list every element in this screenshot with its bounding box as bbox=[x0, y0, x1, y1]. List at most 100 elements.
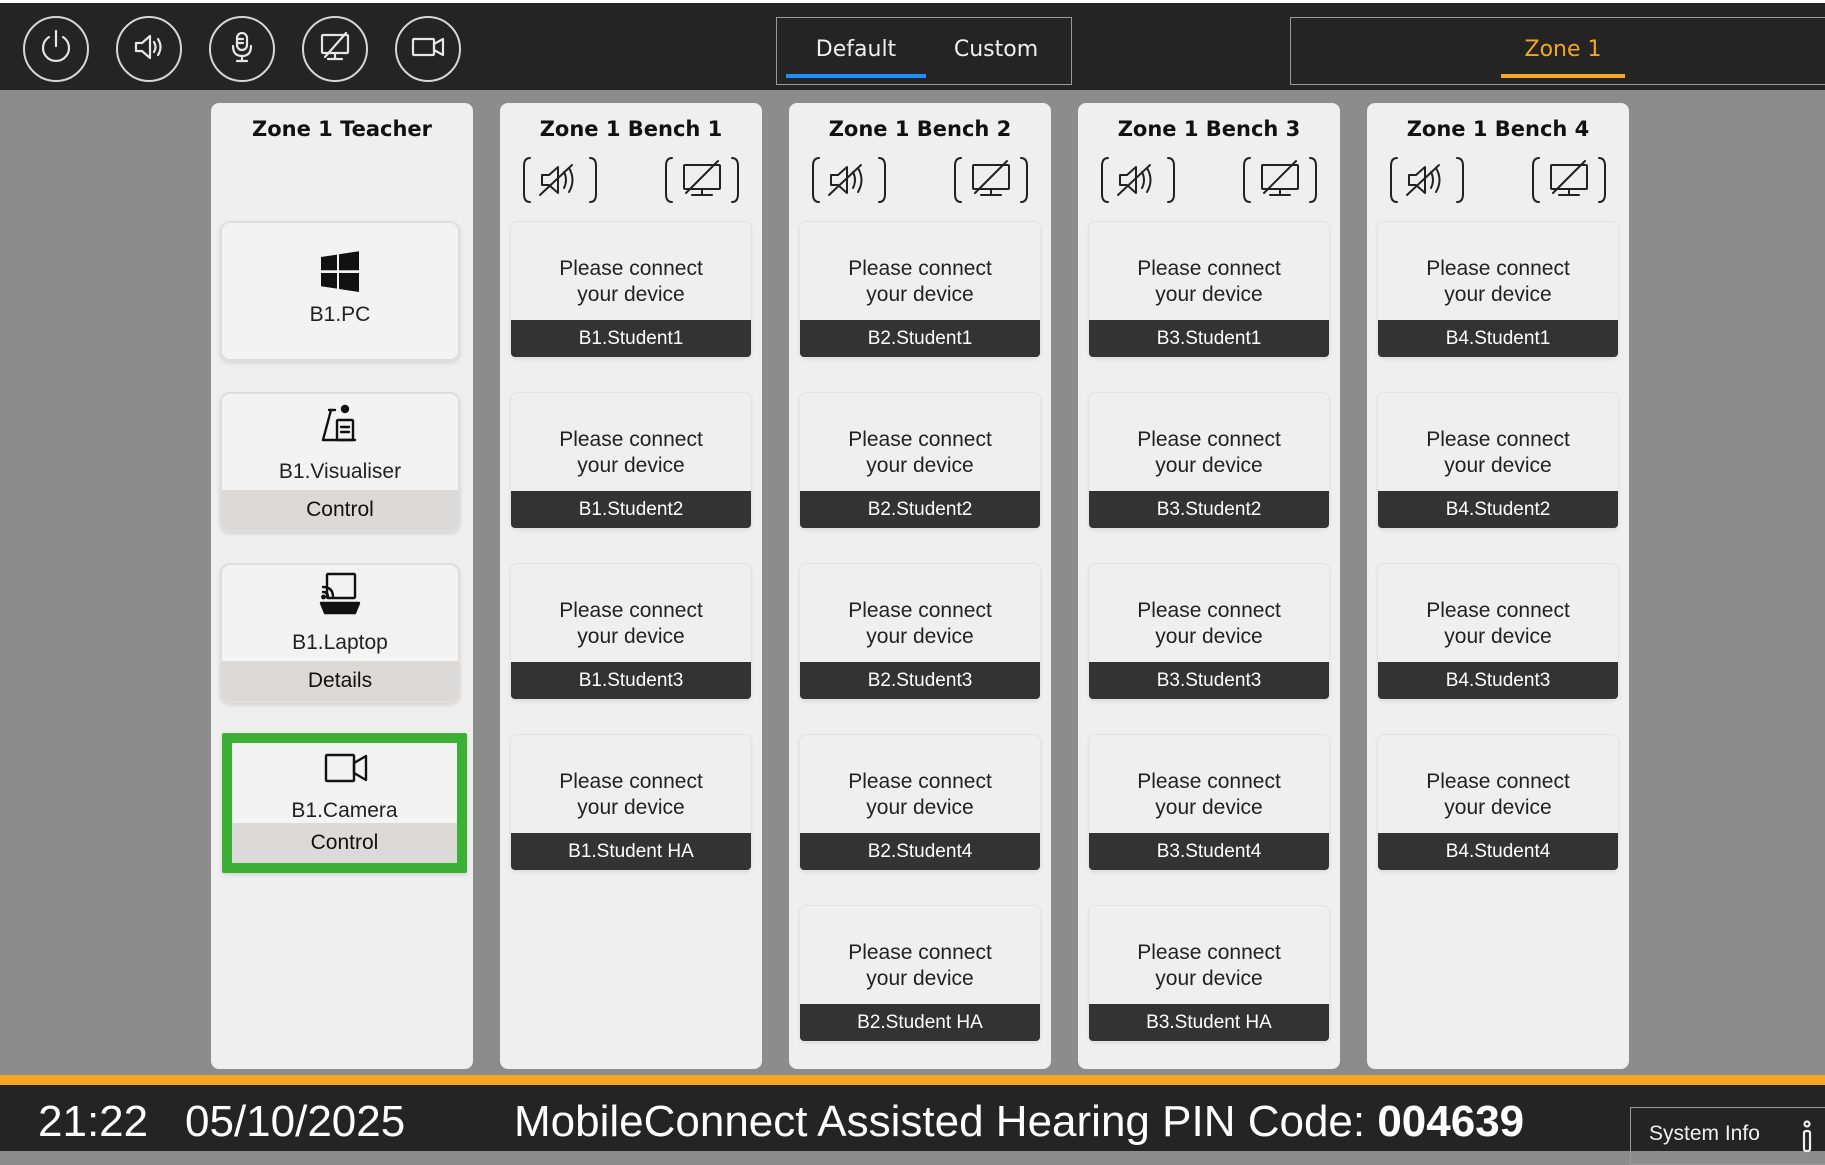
pin-code: 004639 bbox=[1377, 1097, 1525, 1146]
bench-mute-button[interactable] bbox=[1387, 153, 1467, 207]
tab-default[interactable]: Default bbox=[786, 18, 926, 84]
bench-mute-button[interactable] bbox=[1098, 153, 1178, 207]
pin-line: MobileConnect Assisted Hearing PIN Code:… bbox=[514, 1097, 1524, 1147]
visualiser-icon bbox=[222, 400, 458, 454]
microphone-button[interactable] bbox=[209, 16, 275, 82]
source-name: B1.Camera bbox=[291, 799, 398, 822]
connect-message: Please connect your device bbox=[1137, 770, 1281, 819]
connect-message: Please connect your device bbox=[1137, 257, 1281, 306]
student-tile[interactable]: Please connect your device B4.Student3 bbox=[1378, 564, 1618, 699]
camera-icon bbox=[409, 28, 447, 70]
connect-message: Please connect your device bbox=[848, 941, 992, 990]
source-tile-pc[interactable]: B1.PC bbox=[220, 221, 460, 361]
student-label: B1.Student3 bbox=[511, 662, 751, 699]
column-title: Zone 1 Teacher bbox=[251, 117, 433, 141]
column-title: Zone 1 Bench 4 bbox=[1406, 117, 1590, 141]
student-label: B3.Student HA bbox=[1089, 1004, 1329, 1041]
student-label: B2.Student4 bbox=[800, 833, 1040, 870]
display-off-icon bbox=[1529, 157, 1609, 211]
source-name: B1.Laptop bbox=[292, 631, 388, 654]
system-info-button[interactable]: System Info bbox=[1630, 1107, 1825, 1165]
student-tile[interactable]: Please connect your device B2.Student2 bbox=[800, 393, 1040, 528]
system-info-label: System Info bbox=[1649, 1122, 1760, 1145]
laptop-details-button[interactable]: Details bbox=[222, 661, 458, 701]
student-label: B2.Student3 bbox=[800, 662, 1040, 699]
student-tile[interactable]: Please connect your device B4.Student1 bbox=[1378, 222, 1618, 357]
bench-column: Zone 1 Bench 4 Please connect your device B… bbox=[1367, 103, 1629, 1069]
footer-bar: 21:22 05/10/2025 MobileConnect Assisted … bbox=[0, 1075, 1825, 1165]
connect-message: Please connect your device bbox=[559, 599, 703, 648]
connect-message: Please connect your device bbox=[1137, 941, 1281, 990]
student-tile[interactable]: Please connect your device B2.Student3 bbox=[800, 564, 1040, 699]
speaker-muted-icon bbox=[1387, 157, 1467, 211]
tab-custom[interactable]: Custom bbox=[926, 18, 1066, 84]
tab-default-label: Default bbox=[815, 37, 897, 62]
connect-message: Please connect your device bbox=[559, 428, 703, 477]
connect-message: Please connect your device bbox=[1426, 257, 1570, 306]
student-tile[interactable]: Please connect your device B3.Student3 bbox=[1089, 564, 1329, 699]
bench-display-off-button[interactable] bbox=[1529, 153, 1609, 207]
windows-icon bbox=[222, 247, 458, 301]
student-label: B3.Student4 bbox=[1089, 833, 1329, 870]
student-tile[interactable]: Please connect your device B3.Student HA bbox=[1089, 906, 1329, 1041]
bench-display-off-button[interactable] bbox=[1240, 153, 1320, 207]
teacher-column: Zone 1 Teacher B1.PC B1.Visualiser Contr… bbox=[211, 103, 473, 1069]
power-button[interactable] bbox=[23, 16, 89, 82]
student-tile[interactable]: Please connect your device B1.Student HA bbox=[511, 735, 751, 870]
bench-display-off-button[interactable] bbox=[951, 153, 1031, 207]
tab-zone-1[interactable]: Zone 1 bbox=[1501, 18, 1625, 84]
tab-active-underline bbox=[786, 74, 926, 78]
student-tile[interactable]: Please connect your device B4.Student4 bbox=[1378, 735, 1618, 870]
student-label: B4.Student4 bbox=[1378, 833, 1618, 870]
student-tile[interactable]: Please connect your device B1.Student1 bbox=[511, 222, 751, 357]
student-tile[interactable]: Please connect your device B3.Student2 bbox=[1089, 393, 1329, 528]
column-title: Zone 1 Bench 1 bbox=[539, 117, 723, 141]
student-tile[interactable]: Please connect your device B3.Student1 bbox=[1089, 222, 1329, 357]
student-label: B4.Student1 bbox=[1378, 320, 1618, 357]
student-tile[interactable]: Please connect your device B4.Student2 bbox=[1378, 393, 1618, 528]
student-tile[interactable]: Please connect your device B2.Student1 bbox=[800, 222, 1040, 357]
camera-button[interactable] bbox=[395, 16, 461, 82]
student-label: B4.Student3 bbox=[1378, 662, 1618, 699]
connect-message: Please connect your device bbox=[559, 257, 703, 306]
power-icon bbox=[37, 28, 75, 70]
bench-mute-button[interactable] bbox=[520, 153, 600, 207]
student-label: B4.Student2 bbox=[1378, 491, 1618, 528]
speaker-muted-icon bbox=[520, 157, 600, 211]
bench-column: Zone 1 Bench 1 Please connect your device B… bbox=[500, 103, 762, 1069]
speaker-muted-icon bbox=[1098, 157, 1178, 211]
display-off-button[interactable] bbox=[302, 16, 368, 82]
bench-display-off-button[interactable] bbox=[662, 153, 742, 207]
student-tile[interactable]: Please connect your device B1.Student3 bbox=[511, 564, 751, 699]
bench-mute-button[interactable] bbox=[809, 153, 889, 207]
student-tile[interactable]: Please connect your device B2.Student HA bbox=[800, 906, 1040, 1041]
student-label: B1.Student HA bbox=[511, 833, 751, 870]
bench-column: Zone 1 Bench 3 Please connect your device B… bbox=[1078, 103, 1340, 1069]
column-title: Zone 1 Bench 3 bbox=[1117, 117, 1301, 141]
visualiser-control-button[interactable]: Control bbox=[222, 490, 458, 530]
connect-message: Please connect your device bbox=[1426, 599, 1570, 648]
source-tile-laptop[interactable]: B1.Laptop Details bbox=[220, 563, 460, 703]
student-label: B3.Student2 bbox=[1089, 491, 1329, 528]
column-title: Zone 1 Bench 2 bbox=[828, 117, 1012, 141]
clock: 21:22 bbox=[38, 1097, 149, 1146]
date: 05/10/2025 bbox=[185, 1097, 406, 1146]
student-tile[interactable]: Please connect your device B3.Student4 bbox=[1089, 735, 1329, 870]
connect-message: Please connect your device bbox=[848, 257, 992, 306]
source-tile-camera[interactable]: B1.Camera Control bbox=[222, 733, 467, 873]
camera-icon bbox=[232, 743, 457, 797]
display-off-icon bbox=[951, 157, 1031, 211]
tab-custom-label: Custom bbox=[953, 37, 1039, 62]
student-label: B1.Student2 bbox=[511, 491, 751, 528]
student-tile[interactable]: Please connect your device B2.Student4 bbox=[800, 735, 1040, 870]
display-off-icon bbox=[316, 28, 354, 70]
connect-message: Please connect your device bbox=[848, 770, 992, 819]
source-tile-visualiser[interactable]: B1.Visualiser Control bbox=[220, 392, 460, 532]
student-label: B3.Student1 bbox=[1089, 320, 1329, 357]
info-icon bbox=[1799, 1118, 1815, 1158]
cast-laptop-icon bbox=[222, 569, 458, 623]
student-tile[interactable]: Please connect your device B1.Student2 bbox=[511, 393, 751, 528]
camera-control-button[interactable]: Control bbox=[232, 823, 457, 863]
connect-message: Please connect your device bbox=[1426, 770, 1570, 819]
volume-button[interactable] bbox=[116, 16, 182, 82]
